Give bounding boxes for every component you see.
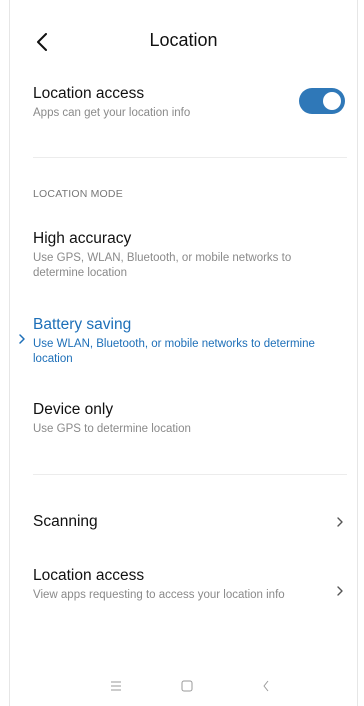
mode-option-subtitle: Use GPS to determine location: [33, 423, 191, 435]
scanning-row[interactable]: Scanning: [33, 512, 345, 532]
home-square-icon: [181, 680, 193, 692]
mode-option-device-only[interactable]: Device only Use GPS to determine locatio…: [33, 400, 345, 437]
mode-option-subtitle: Use WLAN, Bluetooth, or mobile networks …: [33, 338, 315, 365]
back-triangle-icon: [263, 680, 269, 692]
mode-option-title: Battery saving: [33, 316, 132, 333]
location-access-subtitle: Apps can get your location info: [33, 107, 191, 119]
page-title: Location: [149, 30, 218, 50]
mode-option-subtitle: Use GPS, WLAN, Bluetooth, or mobile netw…: [33, 252, 292, 279]
divider: [33, 474, 347, 475]
mode-option-high-accuracy[interactable]: High accuracy Use GPS, WLAN, Bluetooth, …: [33, 229, 345, 281]
menu-icon: [111, 681, 121, 691]
system-nav-bar: [10, 666, 357, 706]
toggle-knob: [323, 92, 341, 110]
selected-chevron-icon: [19, 334, 25, 344]
home-button[interactable]: [177, 676, 197, 696]
menu-button[interactable]: [106, 676, 126, 696]
location-mode-label: LOCATION MODE: [33, 188, 123, 200]
location-access-toggle-row[interactable]: Location access Apps can get your locati…: [33, 84, 345, 121]
settings-screen: Location Location access Apps can get yo…: [9, 0, 358, 706]
location-access-switch[interactable]: [299, 88, 345, 114]
mode-option-battery-saving[interactable]: Battery saving Use WLAN, Bluetooth, or m…: [19, 315, 345, 367]
nav-back-button[interactable]: [256, 676, 276, 696]
header: Location: [10, 22, 357, 62]
chevron-right-icon: [337, 586, 343, 596]
location-access-apps-title: Location access: [33, 567, 145, 584]
location-access-apps-row[interactable]: Location access View apps requesting to …: [33, 566, 345, 603]
scanning-title: Scanning: [33, 513, 98, 530]
mode-option-title: Device only: [33, 401, 114, 418]
divider: [33, 157, 347, 158]
location-access-apps-subtitle: View apps requesting to access your loca…: [33, 589, 285, 601]
chevron-right-icon: [337, 517, 343, 527]
mode-option-title: High accuracy: [33, 230, 132, 247]
